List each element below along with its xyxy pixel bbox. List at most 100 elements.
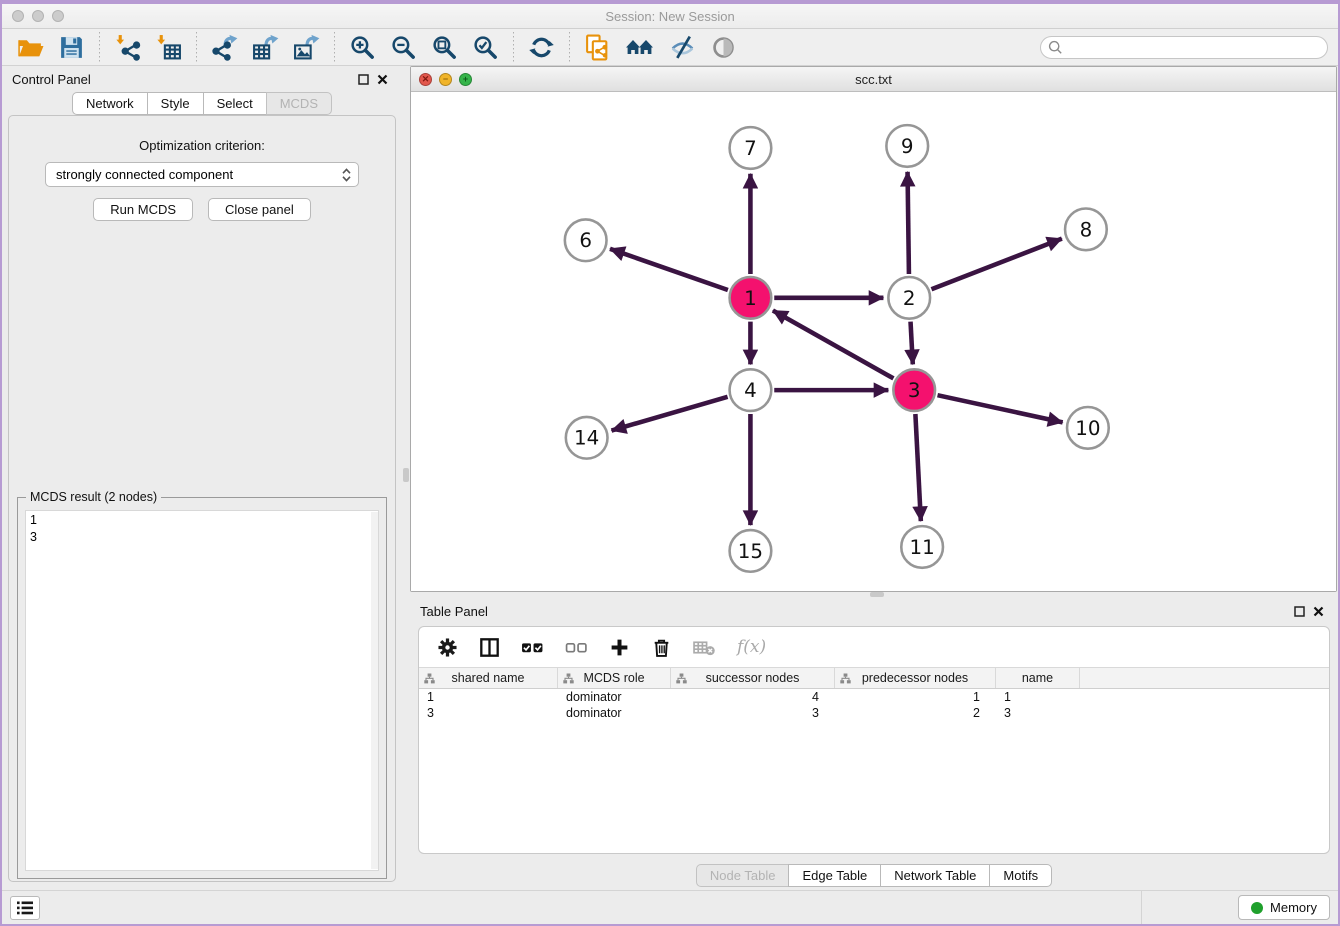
import-table-button[interactable] bbox=[149, 32, 188, 63]
table-row[interactable]: 1dominator411 bbox=[419, 689, 1329, 705]
show-all-button[interactable] bbox=[704, 32, 743, 63]
export-image-button[interactable] bbox=[287, 32, 326, 63]
node-2[interactable]: 2 bbox=[888, 277, 930, 319]
zoom-fit-button[interactable] bbox=[425, 32, 464, 63]
show-columns-button[interactable] bbox=[477, 635, 502, 660]
memory-status-icon bbox=[1251, 902, 1263, 914]
splitter-handle[interactable] bbox=[870, 592, 884, 597]
function-builder-button[interactable]: f(x) bbox=[735, 635, 768, 659]
search-box[interactable] bbox=[1040, 36, 1328, 59]
splitter-handle[interactable] bbox=[403, 468, 409, 482]
edge-2-3[interactable] bbox=[911, 322, 913, 365]
node-9[interactable]: 9 bbox=[886, 125, 928, 167]
table-cell[interactable]: 1 bbox=[419, 690, 558, 704]
close-panel-button[interactable] bbox=[373, 74, 392, 85]
zoom-out-button[interactable] bbox=[384, 32, 423, 63]
node-3[interactable]: 3 bbox=[893, 369, 935, 411]
float-table-panel-button[interactable] bbox=[1290, 606, 1309, 617]
zoom-selected-button[interactable] bbox=[466, 32, 505, 63]
table-cell[interactable]: 3 bbox=[419, 706, 558, 720]
edge-3-10[interactable] bbox=[938, 395, 1063, 422]
close-network-button[interactable]: ✕ bbox=[419, 73, 432, 86]
save-session-button[interactable] bbox=[52, 32, 91, 63]
duplicate-network-button[interactable] bbox=[578, 32, 617, 63]
close-window-button[interactable] bbox=[12, 10, 24, 22]
edge-3-11[interactable] bbox=[915, 414, 920, 521]
table-settings-button[interactable] bbox=[435, 635, 460, 660]
tab-style[interactable]: Style bbox=[147, 92, 204, 115]
table-cell[interactable]: 1 bbox=[996, 690, 1080, 704]
column-header-predecessor-nodes[interactable]: predecessor nodes bbox=[835, 668, 996, 688]
zoom-out-icon bbox=[390, 34, 417, 61]
hide-selected-button[interactable] bbox=[663, 32, 702, 63]
column-header-name[interactable]: name bbox=[996, 668, 1080, 688]
close-mcds-panel-button[interactable]: Close panel bbox=[208, 198, 311, 221]
node-7[interactable]: 7 bbox=[730, 127, 772, 169]
zoom-in-button[interactable] bbox=[343, 32, 382, 63]
network-canvas[interactable]: 7 9 6 8 1 2 4 3 14 10 15 11 bbox=[411, 92, 1336, 591]
memory-button[interactable]: Memory bbox=[1238, 895, 1330, 920]
mcds-result-title: MCDS result (2 nodes) bbox=[26, 490, 161, 504]
table-cell[interactable]: dominator bbox=[558, 690, 671, 704]
first-neighbors-button[interactable] bbox=[619, 32, 661, 63]
node-14[interactable]: 14 bbox=[566, 417, 608, 459]
result-scrollbar[interactable] bbox=[371, 512, 378, 869]
network-canvas-svg[interactable]: 7 9 6 8 1 2 4 3 14 10 15 11 bbox=[411, 92, 1336, 591]
tab-edge-table[interactable]: Edge Table bbox=[788, 864, 881, 887]
tab-network[interactable]: Network bbox=[72, 92, 148, 115]
plus-icon bbox=[609, 637, 630, 658]
edge-2-9[interactable] bbox=[908, 172, 909, 274]
maximize-network-button[interactable]: + bbox=[459, 73, 472, 86]
node-10[interactable]: 10 bbox=[1067, 407, 1109, 449]
tab-node-table[interactable]: Node Table bbox=[696, 864, 790, 887]
panel-splitter-horizontal[interactable] bbox=[410, 592, 1338, 598]
tab-network-table[interactable]: Network Table bbox=[880, 864, 990, 887]
edge-3-1[interactable] bbox=[773, 311, 894, 379]
open-session-button[interactable] bbox=[11, 32, 50, 63]
table-cell[interactable]: 3 bbox=[996, 706, 1080, 720]
minimize-network-button[interactable]: − bbox=[439, 73, 452, 86]
delete-column-button[interactable] bbox=[649, 635, 674, 660]
add-column-button[interactable] bbox=[607, 635, 632, 660]
optimization-criterion-dropdown[interactable]: strongly connected component bbox=[45, 162, 359, 187]
task-history-button[interactable] bbox=[10, 896, 40, 920]
column-header-successor-nodes[interactable]: successor nodes bbox=[671, 668, 835, 688]
column-header-shared-name[interactable]: shared name bbox=[419, 668, 558, 688]
tab-mcds[interactable]: MCDS bbox=[266, 92, 332, 115]
edge-4-14[interactable] bbox=[611, 397, 727, 431]
select-all-rows-button[interactable] bbox=[519, 635, 546, 660]
table-cell[interactable]: 4 bbox=[671, 690, 835, 704]
run-mcds-button[interactable]: Run MCDS bbox=[93, 198, 193, 221]
close-table-panel-button[interactable] bbox=[1309, 606, 1328, 617]
edge-1-6[interactable] bbox=[610, 249, 728, 290]
node-label: 1 bbox=[744, 287, 757, 310]
tab-motifs[interactable]: Motifs bbox=[989, 864, 1052, 887]
export-table-button[interactable] bbox=[246, 32, 285, 63]
column-header-MCDS-role[interactable]: MCDS role bbox=[558, 668, 671, 688]
maximize-window-button[interactable] bbox=[52, 10, 64, 22]
table-row[interactable]: 3dominator323 bbox=[419, 705, 1329, 721]
table-cell[interactable]: 3 bbox=[671, 706, 835, 720]
export-network-button[interactable] bbox=[205, 32, 244, 63]
apply-layout-button[interactable] bbox=[522, 32, 561, 63]
node-1[interactable]: 1 bbox=[730, 277, 772, 319]
table-tabs: Node TableEdge TableNetwork TableMotifs bbox=[696, 864, 1052, 887]
deselect-all-rows-button[interactable] bbox=[563, 635, 590, 660]
table-cell[interactable]: dominator bbox=[558, 706, 671, 720]
tab-select[interactable]: Select bbox=[203, 92, 267, 115]
panel-splitter-vertical[interactable] bbox=[402, 66, 410, 890]
node-4[interactable]: 4 bbox=[730, 369, 772, 411]
node-11[interactable]: 11 bbox=[901, 526, 943, 568]
search-input[interactable] bbox=[1067, 37, 1327, 57]
float-panel-button[interactable] bbox=[354, 74, 373, 85]
table-cell[interactable]: 1 bbox=[835, 690, 996, 704]
delete-table-button[interactable] bbox=[691, 635, 718, 660]
node-6[interactable]: 6 bbox=[565, 219, 607, 261]
node-8[interactable]: 8 bbox=[1065, 209, 1107, 251]
minimize-window-button[interactable] bbox=[32, 10, 44, 22]
node-15[interactable]: 15 bbox=[730, 530, 772, 572]
mcds-result-text[interactable]: 1 3 bbox=[25, 510, 379, 871]
import-network-button[interactable] bbox=[108, 32, 147, 63]
table-cell[interactable]: 2 bbox=[835, 706, 996, 720]
edge-2-8[interactable] bbox=[931, 239, 1061, 290]
